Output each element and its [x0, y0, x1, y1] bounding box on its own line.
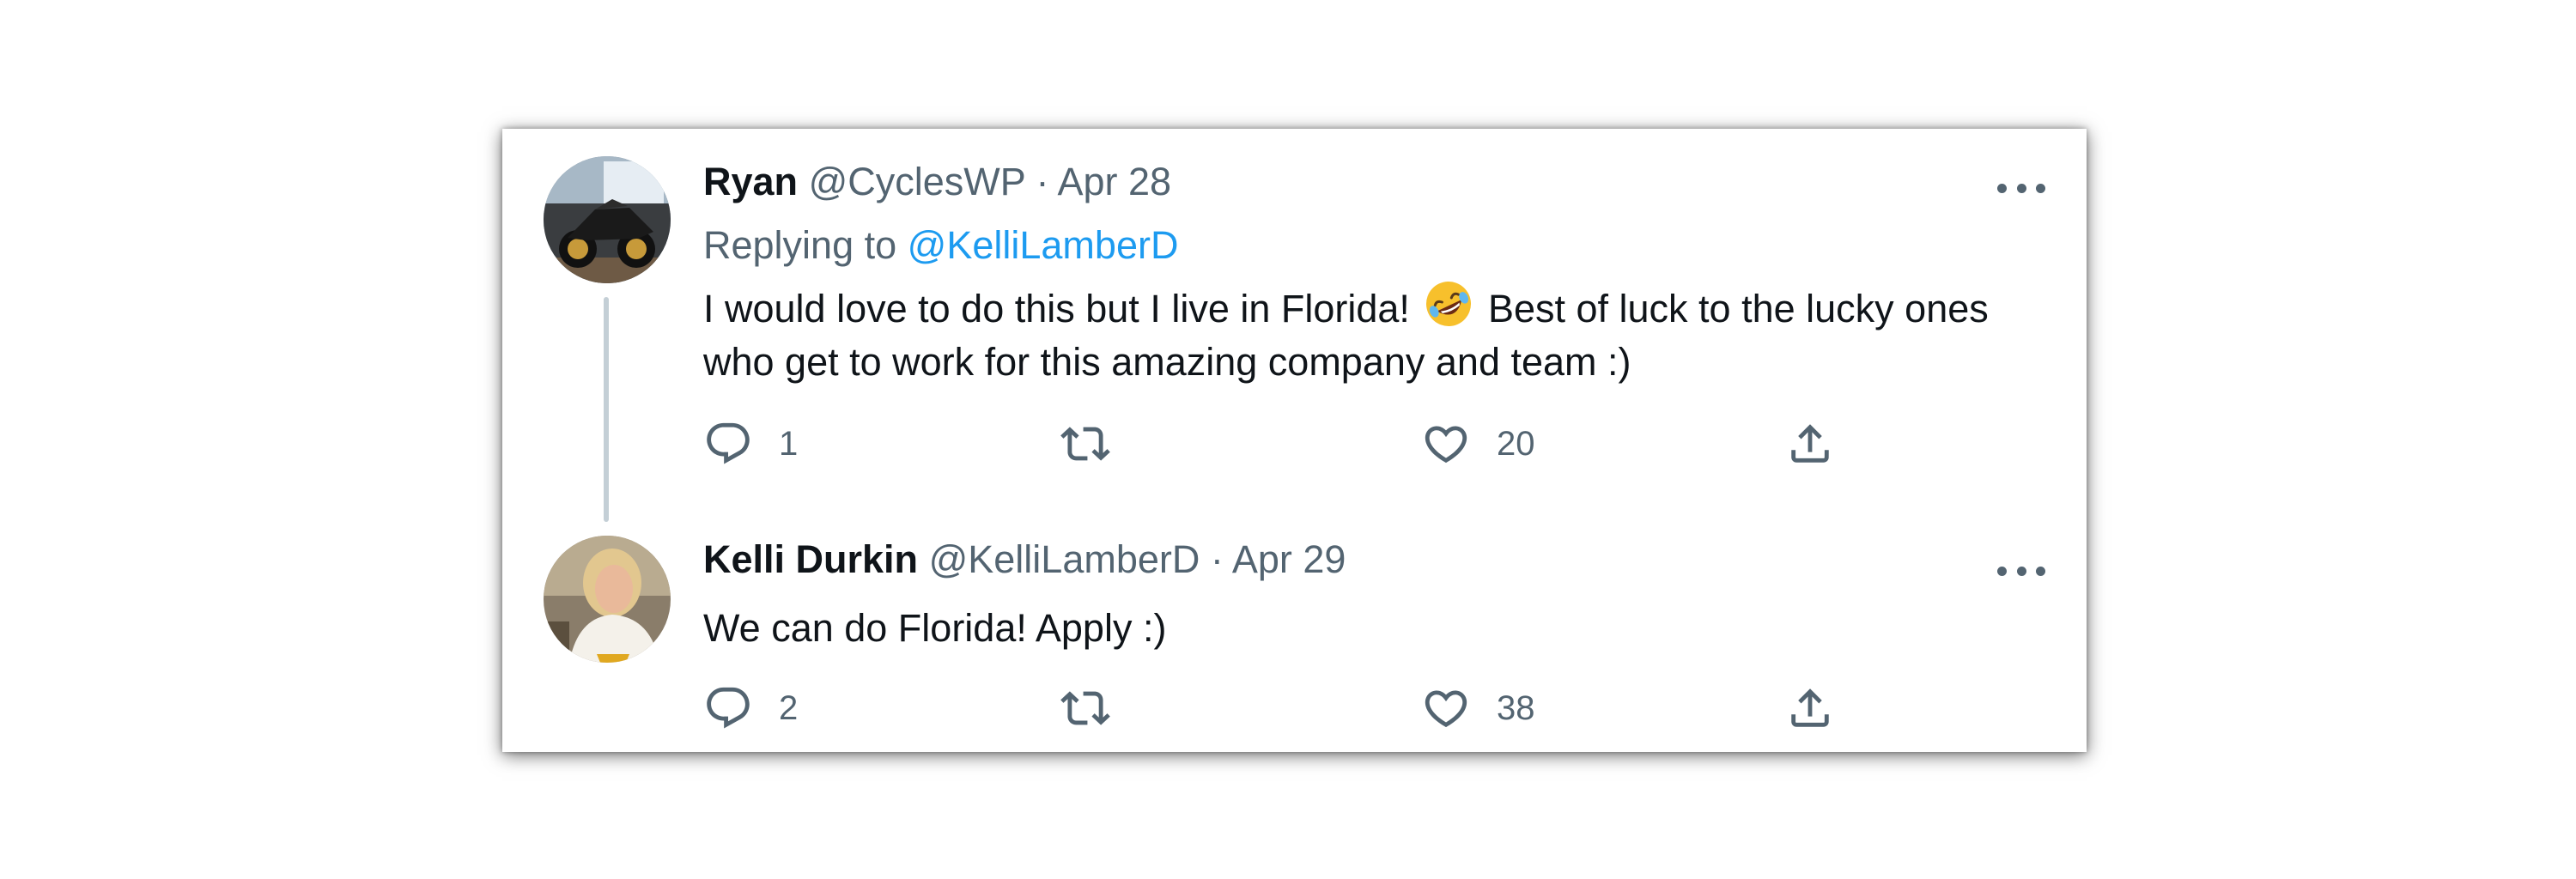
more-options-icon[interactable] [1997, 178, 2045, 198]
tweet-header: Ryan @CyclesWP · Apr 28 [703, 157, 1171, 207]
like-count: 20 [1497, 424, 1535, 463]
like-icon [1425, 426, 1467, 464]
rofl-emoji-icon [1424, 279, 1473, 329]
like-icon [1425, 690, 1467, 728]
more-options-icon[interactable] [1997, 561, 2045, 581]
tweet-actions: 2 38 [703, 681, 1923, 736]
share-button[interactable] [1785, 416, 1835, 471]
reply-count: 2 [779, 688, 799, 727]
reply-count: 1 [779, 424, 799, 463]
reply-icon [707, 687, 750, 729]
tweet-kelli[interactable]: Kelli Durkin @KelliLamberD · Apr 29 We c… [502, 522, 2087, 752]
retweet-icon [1060, 427, 1110, 461]
replying-to-label: Replying to [703, 223, 897, 267]
tweet-text: I would love to do this but I live in Fl… [703, 279, 2051, 389]
share-icon [1791, 424, 1829, 463]
handle-and-date[interactable]: @KelliLamberD · Apr 29 [929, 537, 1346, 581]
share-icon [1791, 688, 1829, 727]
avatar-ryan[interactable] [544, 156, 671, 283]
like-button[interactable]: 20 [1421, 416, 1535, 471]
like-count: 38 [1497, 688, 1535, 727]
tweet-header: Kelli Durkin @KelliLamberD · Apr 29 [703, 535, 1346, 585]
mention-link[interactable]: @KelliLamberD [908, 223, 1179, 267]
avatar-kelli[interactable] [544, 536, 671, 663]
share-button[interactable] [1785, 681, 1835, 736]
reply-button[interactable]: 2 [703, 681, 798, 736]
display-name[interactable]: Ryan [703, 160, 798, 203]
tweet-text-part-1: I would love to do this but I live in Fl… [703, 287, 1410, 330]
reply-button[interactable]: 1 [703, 416, 798, 471]
tweet-actions: 1 20 [703, 416, 1923, 471]
tweet-ryan[interactable]: Ryan @CyclesWP · Apr 28 Replying to @Kel… [502, 129, 2087, 522]
retweet-button[interactable] [1060, 416, 1110, 471]
retweet-icon [1060, 691, 1110, 725]
handle-and-date[interactable]: @CyclesWP · Apr 28 [809, 160, 1171, 203]
thread-connector-line [604, 297, 609, 522]
like-button[interactable]: 38 [1421, 681, 1535, 736]
retweet-button[interactable] [1060, 681, 1110, 736]
tweet-text: We can do Florida! Apply :) [703, 606, 1167, 650]
reply-icon [707, 422, 750, 464]
replying-to: Replying to @KelliLamberD [703, 221, 1178, 270]
display-name[interactable]: Kelli Durkin [703, 537, 918, 581]
tweet-thread-card: Ryan @CyclesWP · Apr 28 Replying to @Kel… [502, 129, 2087, 752]
